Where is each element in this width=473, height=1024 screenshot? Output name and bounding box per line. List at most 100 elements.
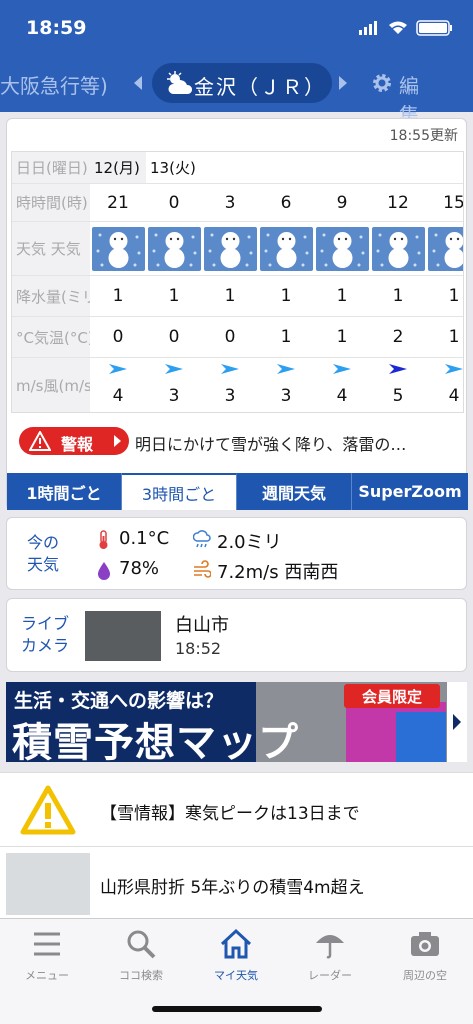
forecast-tabs: 1時間ごと 3時間ごと 週間天気 SuperZoom bbox=[7, 473, 468, 510]
tab-3-hourly[interactable]: 3時間ごと bbox=[122, 473, 237, 510]
banner-next-button[interactable] bbox=[447, 682, 467, 762]
status-time: 18:59 bbox=[26, 17, 87, 39]
precip-cell: 1 bbox=[112, 286, 124, 306]
time-cell: 9 bbox=[336, 192, 348, 213]
tab-my-weather[interactable]: マイ天気 bbox=[189, 927, 283, 987]
temp-cell: 0 bbox=[168, 327, 180, 347]
time-cell: 12 bbox=[387, 192, 409, 213]
camera-icon bbox=[411, 932, 439, 956]
members-only-badge: 会員限定 bbox=[344, 684, 440, 708]
camera-city: 白山市 bbox=[175, 615, 229, 636]
cloud-sun-icon bbox=[167, 71, 193, 94]
precip-cell: 1 bbox=[168, 286, 180, 306]
tab-radar-label: レーダー bbox=[308, 969, 352, 982]
menu-icon bbox=[34, 932, 60, 956]
wind-speed-cell: 3 bbox=[168, 386, 180, 406]
snow-map-banner[interactable]: 生活・交通への影響は？ 積雪予想マップ 会員限定 bbox=[6, 682, 467, 762]
row-label-time: 時時間(時) bbox=[12, 184, 90, 221]
news-item[interactable]: 山形県肘折 5年ぶりの積雪4m超え bbox=[0, 846, 473, 918]
weather-row: 天気 天気 bbox=[12, 222, 463, 276]
home-indicator bbox=[152, 1006, 322, 1012]
thermometer-icon bbox=[99, 530, 108, 549]
warning-icon bbox=[29, 431, 51, 451]
forecast-card: 18:55更新 日日(曜日) 12(月) 13(火) 時時間(時) 21 0 3… bbox=[6, 118, 468, 510]
status-icons bbox=[359, 20, 452, 36]
temp-row: °C気温(°C) 0 0 0 1 1 2 1 bbox=[12, 317, 463, 358]
updated-time: 18:55更新 bbox=[389, 128, 458, 144]
snow-icon bbox=[204, 227, 257, 271]
chevron-right-icon bbox=[453, 714, 461, 730]
tab-radar[interactable]: レーダー bbox=[283, 927, 377, 987]
wind-arrow-icon bbox=[109, 364, 127, 374]
tab-my-weather-label: マイ天気 bbox=[214, 969, 258, 982]
tab-nearby-sky[interactable]: 周辺の空 bbox=[378, 927, 472, 987]
warning-triangle-icon bbox=[20, 785, 76, 835]
wind-speed-cell: 5 bbox=[392, 386, 404, 406]
tab-weekly[interactable]: 週間天気 bbox=[237, 473, 352, 510]
wind-arrow-icon bbox=[445, 364, 463, 374]
tab-search[interactable]: ココ検索 bbox=[94, 927, 188, 987]
time-cell: 6 bbox=[280, 192, 292, 213]
date-row: 日日(曜日) 12(月) 13(火) bbox=[12, 152, 463, 184]
temp-cell: 1 bbox=[336, 327, 348, 347]
status-bar: 18:59 bbox=[0, 0, 473, 56]
time-cell: 15 bbox=[443, 192, 464, 213]
temp-cell: 1 bbox=[280, 327, 292, 347]
next-location-arrow-icon[interactable] bbox=[339, 76, 347, 90]
current-temp-value: 0.1°C bbox=[119, 528, 170, 549]
warning-text[interactable]: 明日にかけて雪が強く降り、落雷の… bbox=[135, 431, 460, 455]
umbrella-icon bbox=[316, 935, 344, 959]
tab-menu-label: メニュー bbox=[25, 969, 69, 982]
live-camera-label: ライブ カメラ bbox=[21, 613, 69, 657]
location-header: 大阪急行等) 金沢（ＪＲ） 編集 bbox=[0, 56, 473, 127]
time-cell: 0 bbox=[168, 192, 180, 213]
forecast-table[interactable]: 日日(曜日) 12(月) 13(火) 時時間(時) 21 0 3 6 9 12 … bbox=[11, 151, 464, 413]
live-camera-card[interactable]: ライブ カメラ 白山市 18:52 bbox=[6, 598, 467, 672]
camera-thumbnail[interactable] bbox=[85, 611, 161, 661]
live-camera-label-line2: カメラ bbox=[21, 636, 70, 655]
temp-cell: 0 bbox=[224, 327, 236, 347]
warning-badge[interactable]: 警報 bbox=[19, 427, 129, 455]
news-thumbnail bbox=[6, 853, 90, 915]
tab-nearby-sky-label: 周辺の空 bbox=[403, 969, 447, 982]
snow-icon bbox=[260, 227, 313, 271]
current-weather-card[interactable]: 今の 天気 0.1°C 2.0ミリ 78% 7.2m/s 西南西 bbox=[6, 517, 467, 590]
chevron-right-icon bbox=[114, 435, 121, 447]
snow-icon bbox=[316, 227, 369, 271]
banner-map-image-overlay bbox=[396, 712, 446, 762]
news-title: 【雪情報】寒気ピークは13日まで bbox=[100, 804, 360, 824]
tab-superzoom[interactable]: SuperZoom bbox=[352, 473, 468, 510]
prev-location-label[interactable]: 大阪急行等) bbox=[0, 70, 118, 99]
precip-cell: 1 bbox=[280, 286, 292, 306]
temp-cell: 2 bbox=[392, 327, 404, 347]
news-item[interactable]: 【雪情報】寒気ピークは13日まで bbox=[0, 772, 473, 846]
current-weather-label-line2: 天気 bbox=[27, 555, 60, 574]
current-location-pill[interactable]: 金沢（ＪＲ） bbox=[152, 63, 332, 103]
banner-title: 積雪予想マップ bbox=[12, 720, 299, 762]
camera-time: 18:52 bbox=[175, 639, 222, 658]
warning-bar[interactable]: 警報 明日にかけて雪が強く降り、落雷の… bbox=[15, 425, 460, 457]
humidity-drop-icon bbox=[98, 562, 110, 580]
wind-arrow-icon bbox=[277, 364, 295, 374]
wind-speed-cell: 3 bbox=[224, 386, 236, 406]
wind-arrow-icon bbox=[333, 364, 351, 374]
tab-hourly[interactable]: 1時間ごと bbox=[7, 473, 122, 510]
precip-cell: 1 bbox=[392, 286, 404, 306]
rain-cloud-icon bbox=[193, 530, 211, 548]
time-cell: 3 bbox=[224, 192, 236, 213]
wind-arrow-icon bbox=[165, 364, 183, 374]
prev-location-arrow-icon[interactable] bbox=[134, 76, 142, 90]
tab-search-label: ココ検索 bbox=[119, 969, 163, 982]
wind-speed-cell: 4 bbox=[336, 386, 348, 406]
row-label-precip: 降水量(ミリ) bbox=[12, 276, 90, 316]
wind-speed-cell: 3 bbox=[280, 386, 292, 406]
wind-arrow-icon bbox=[221, 364, 239, 374]
tab-menu[interactable]: メニュー bbox=[0, 927, 94, 987]
row-label-weather: 天気 天気 bbox=[12, 222, 90, 275]
current-precip-value: 2.0ミリ bbox=[217, 532, 282, 553]
banner-headline: 生活・交通への影響は？ bbox=[14, 690, 224, 712]
wind-speed-cell: 4 bbox=[448, 386, 460, 406]
home-icon bbox=[220, 928, 252, 959]
precip-cell: 1 bbox=[336, 286, 348, 306]
time-cell: 21 bbox=[107, 192, 129, 213]
